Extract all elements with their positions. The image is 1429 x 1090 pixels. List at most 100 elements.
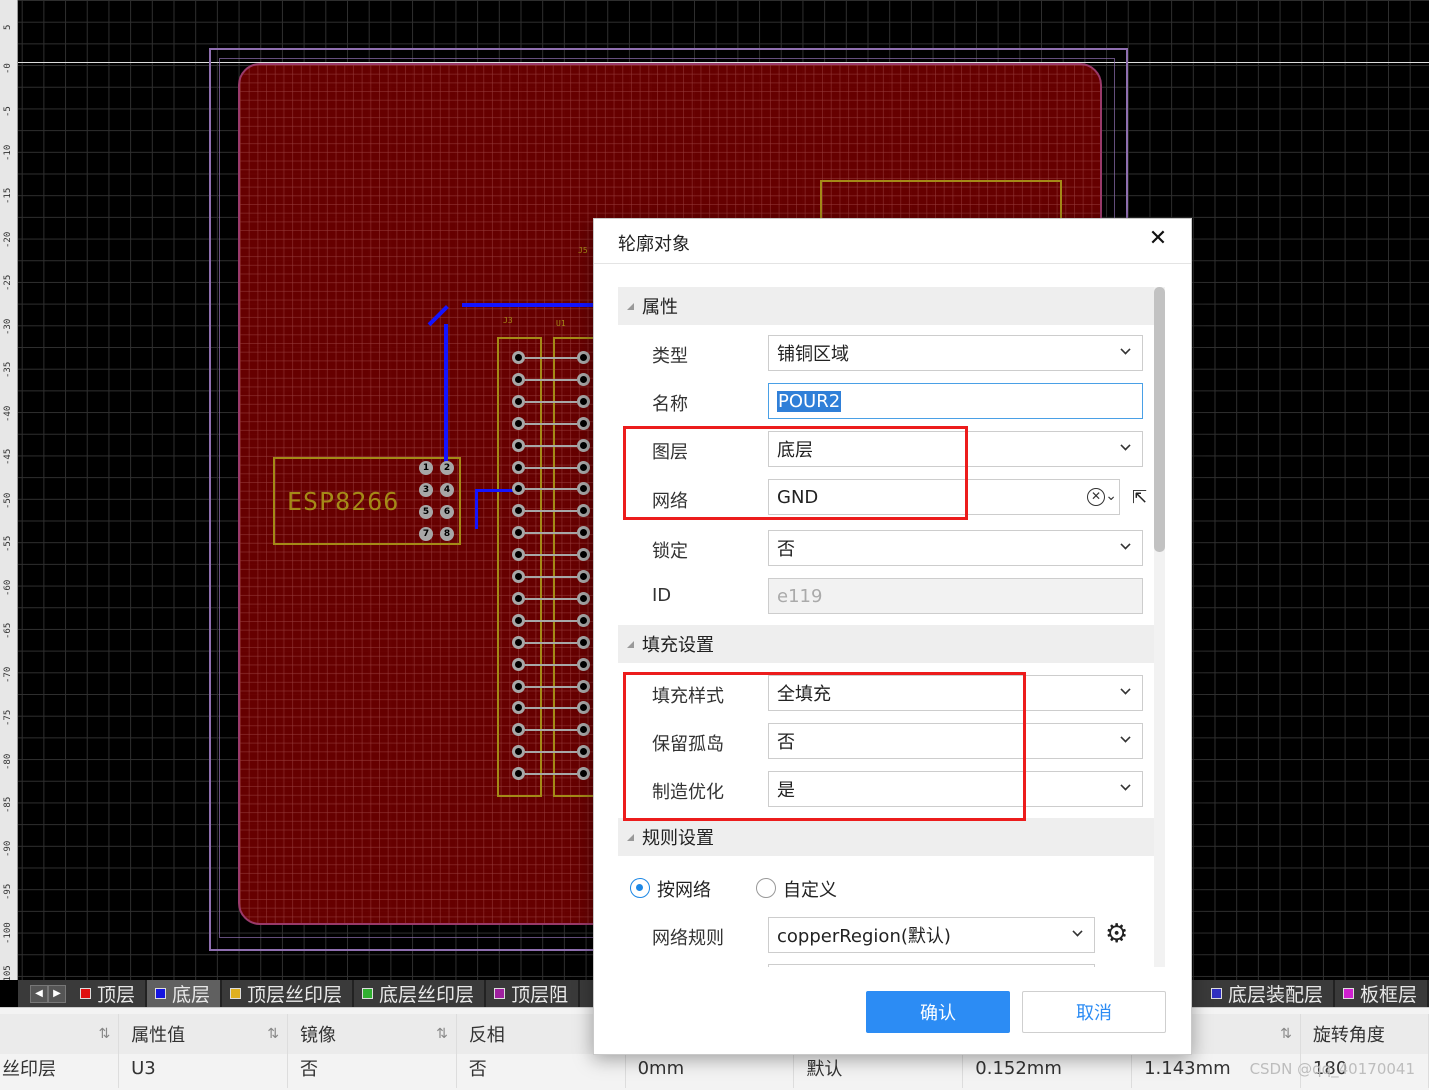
pad[interactable] [512, 372, 525, 386]
section-rules[interactable]: 规则设置 [618, 818, 1156, 856]
layer-tab-label: 底层 [172, 984, 211, 1006]
layer-tab-bottom-assembly[interactable]: 底层装配层 [1203, 980, 1335, 1007]
type-value: 铺铜区域 [777, 344, 849, 365]
type-label: 类型 [652, 346, 688, 367]
pad[interactable] [512, 613, 525, 627]
pin-6[interactable]: 6 [440, 505, 454, 519]
sort-icon[interactable]: ⇅ [1280, 1026, 1292, 1042]
highlight-layer-net [623, 426, 968, 520]
pin-1[interactable]: 1 [419, 461, 433, 475]
sort-icon[interactable]: ⇅ [436, 1026, 448, 1042]
close-icon[interactable]: ✕ [1147, 228, 1169, 250]
pin-8[interactable]: 8 [440, 527, 454, 541]
table-cell: 丝印层 [0, 1048, 120, 1088]
pad[interactable] [577, 613, 590, 627]
pad[interactable] [512, 635, 525, 649]
pad[interactable] [512, 570, 525, 583]
ruler-tick: -50 [3, 492, 13, 509]
sort-icon[interactable]: ⇅ [267, 1026, 279, 1042]
layer-tab-top[interactable]: 顶层 [72, 980, 148, 1007]
pad[interactable] [577, 372, 590, 386]
collapse-caret-icon [627, 302, 634, 310]
pad[interactable] [577, 635, 590, 649]
layer-tab-label: 顶层 [97, 984, 136, 1006]
type-select[interactable]: 铺铜区域 [768, 335, 1143, 371]
layer-tab-bottom-silk[interactable]: 底层丝印层 [354, 980, 487, 1007]
layer-swatch [155, 988, 167, 999]
custom-label: 自定义 [783, 880, 837, 901]
confirm-button[interactable]: 确认 [866, 991, 1010, 1033]
header-text: 反相 [468, 1025, 505, 1046]
pin-2[interactable]: 2 [440, 461, 454, 475]
u1-label: U1 [556, 319, 566, 328]
next-layer-icon[interactable]: ▶ [48, 984, 66, 1003]
sort-icon[interactable]: ⇅ [98, 1026, 110, 1042]
pad-connector [525, 510, 577, 513]
pin-7[interactable]: 7 [419, 527, 433, 541]
ruler-tick: -80 [3, 753, 13, 770]
lock-select[interactable]: 否 [768, 530, 1143, 566]
ruler-tick: -10 [3, 144, 13, 161]
gear-icon[interactable]: ⚙ [1105, 919, 1128, 949]
pad-connector [525, 685, 577, 688]
pad[interactable] [512, 767, 525, 781]
prev-layer-icon[interactable]: ◀ [30, 984, 48, 1003]
section-fill[interactable]: 填充设置 [618, 625, 1156, 663]
pad[interactable] [577, 679, 590, 693]
pad[interactable] [512, 548, 525, 562]
pad[interactable] [512, 394, 525, 408]
pin-3[interactable]: 3 [419, 483, 433, 497]
pad[interactable] [577, 767, 590, 781]
section-label: 规则设置 [642, 828, 714, 849]
pad[interactable] [512, 460, 525, 474]
section-properties[interactable]: 属性 [618, 287, 1156, 325]
silk-rect-top [820, 180, 1062, 220]
pick-net-cursor-icon[interactable]: ⇱ [1132, 487, 1147, 508]
ruler-tick: -25 [3, 274, 13, 291]
trace-net-1[interactable] [475, 489, 515, 492]
pad[interactable] [577, 591, 590, 605]
pad[interactable] [577, 416, 590, 430]
vertical-ruler: 5 -0 -5 -10 -15 -20 -25 -30 -35 -40 -45 -50 -55 -60 -6… [0, 0, 18, 980]
chevron-down-icon [1072, 926, 1083, 937]
pad-connector [525, 400, 577, 403]
layer-tab-top-silk[interactable]: 顶层丝印层 [222, 980, 355, 1007]
pad[interactable] [512, 657, 525, 671]
layer-tab-top-mask[interactable]: 顶层阻 [486, 980, 581, 1007]
layer-tab-label: 顶层阻 [511, 984, 569, 1006]
pin-4[interactable]: 4 [440, 483, 454, 497]
cancel-button[interactable]: 取消 [1022, 991, 1166, 1033]
ruler-tick: -0 [3, 62, 13, 74]
layer-tab-board-outline[interactable]: 板框层 [1335, 980, 1429, 1007]
clear-icon[interactable]: ✕ [1087, 488, 1105, 506]
custom-radio[interactable] [756, 878, 776, 898]
pad[interactable] [577, 438, 590, 452]
pad[interactable] [577, 570, 590, 583]
chevron-down-icon[interactable]: ⌄ [1105, 488, 1117, 504]
pad[interactable] [577, 657, 590, 671]
pad[interactable] [577, 394, 590, 408]
pad[interactable] [577, 351, 590, 364]
ruler-tick: -55 [3, 535, 13, 552]
id-value: e119 [777, 585, 823, 607]
chevron-down-icon [1120, 344, 1131, 355]
net-rule-select[interactable]: copperRegion(默认) [768, 917, 1095, 953]
pad-connector [525, 729, 577, 732]
pad[interactable] [577, 460, 590, 474]
trace-top[interactable] [462, 303, 594, 307]
pad[interactable] [512, 416, 525, 430]
layer-tab-label: 顶层丝印层 [247, 984, 343, 1006]
trace-vertical[interactable] [444, 324, 448, 464]
pad[interactable] [512, 591, 525, 605]
pad[interactable] [512, 351, 525, 364]
by-net-radio[interactable] [630, 878, 650, 898]
pad[interactable] [512, 679, 525, 693]
layer-tab-bottom[interactable]: 底层 [147, 980, 223, 1007]
pad[interactable] [577, 548, 590, 562]
by-net-label: 按网络 [657, 880, 711, 901]
scrollbar-thumb[interactable] [1154, 287, 1165, 552]
name-input[interactable]: POUR2 [768, 383, 1143, 419]
ruler-tick: -40 [3, 405, 13, 422]
pad[interactable] [512, 438, 525, 452]
pin-5[interactable]: 5 [419, 505, 433, 519]
